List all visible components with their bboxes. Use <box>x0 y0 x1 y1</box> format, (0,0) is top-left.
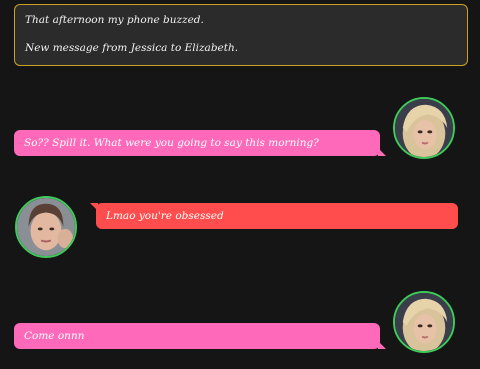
message-bubble-2: Lmao you're obsessed <box>90 203 458 229</box>
chat-scene: That afternoon my phone buzzed. New mess… <box>0 0 480 369</box>
message-bubble-3: Come onnn <box>14 323 386 349</box>
message-bubble-1: So?? Spill it. What were you going to sa… <box>14 130 386 156</box>
narration-line-2: New message from Jessica to Elizabeth. <box>25 42 239 54</box>
elizabeth-portrait-icon <box>17 198 75 256</box>
jessica-portrait-icon <box>395 99 453 157</box>
narration-line-1: That afternoon my phone buzzed. <box>25 14 204 26</box>
message-text-1: So?? Spill it. What were you going to sa… <box>24 137 319 149</box>
jessica-avatar-2 <box>393 291 455 353</box>
elizabeth-avatar <box>15 196 77 258</box>
narration-box: That afternoon my phone buzzed. New mess… <box>14 4 468 66</box>
message-text-2: Lmao you're obsessed <box>106 210 224 222</box>
jessica-avatar <box>393 97 455 159</box>
jessica-portrait-icon <box>395 293 453 351</box>
message-text-3: Come onnn <box>24 330 85 342</box>
